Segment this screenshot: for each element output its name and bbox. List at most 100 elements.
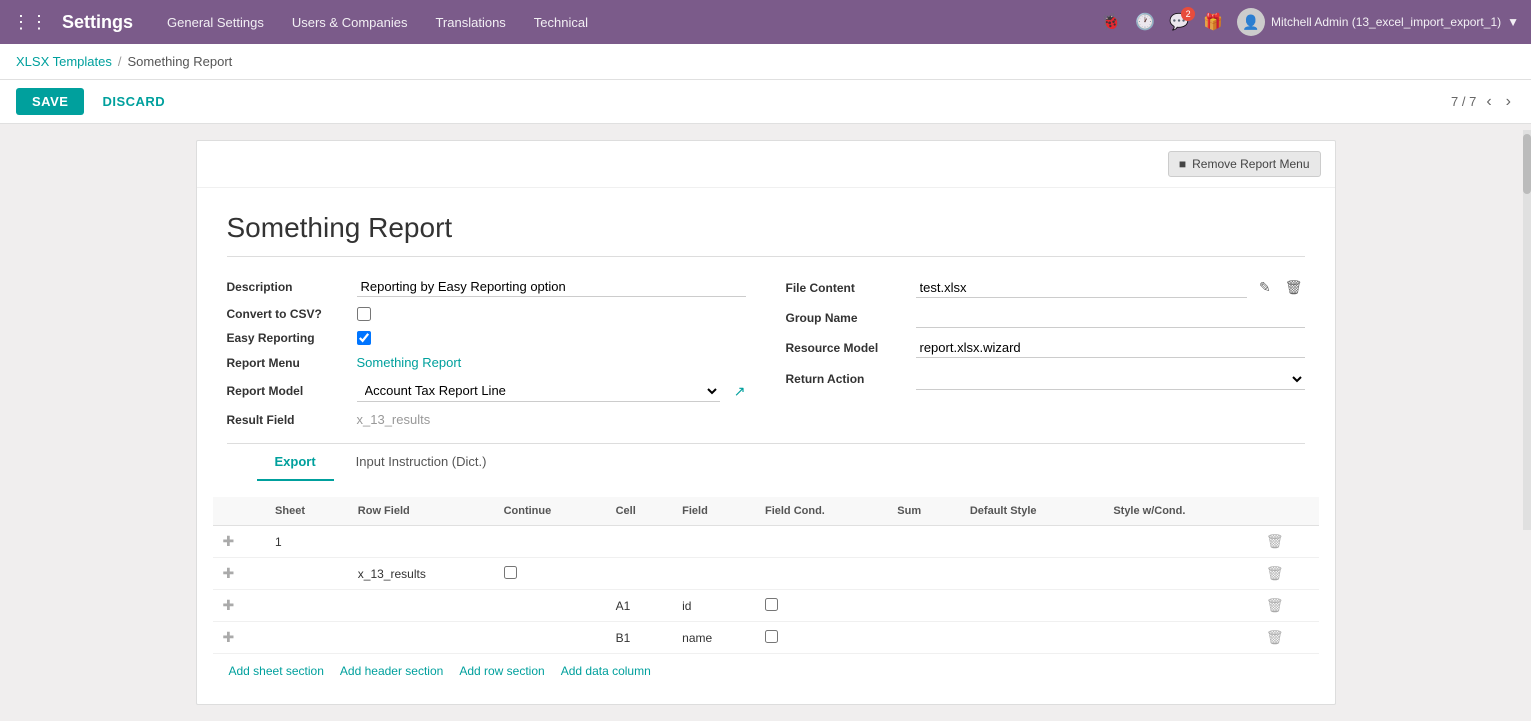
resource-model-input[interactable] [916, 338, 1305, 358]
table-section: Sheet Row Field Continue Cell Field Fiel… [197, 497, 1335, 704]
delete-row-button[interactable]: 🗑 [1266, 629, 1284, 646]
add-sheet-section-link[interactable]: Add sheet section [229, 664, 324, 678]
add-header-section-link[interactable]: Add header section [340, 664, 443, 678]
cell-field-4: name [672, 622, 755, 654]
cell-sum-4 [887, 622, 960, 654]
report-menu-link[interactable]: Something Report [357, 355, 462, 370]
report-title: Something Report [227, 212, 1305, 257]
cell-defaultstyle-3 [960, 590, 1103, 622]
easy-reporting-checkbox[interactable] [357, 331, 371, 345]
report-menu-row: Report Menu Something Report [227, 355, 746, 370]
cell-field-1 [672, 526, 755, 558]
col-sheet: Sheet [265, 497, 348, 526]
cell-rowfield-3 [348, 590, 494, 622]
cell-fieldcond-2 [755, 558, 887, 590]
next-page-button[interactable]: › [1502, 91, 1515, 113]
scrollbar[interactable] [1523, 130, 1531, 530]
report-model-label: Report Model [227, 384, 347, 398]
tabs-bar: Export Input Instruction (Dict.) [227, 443, 1305, 481]
easy-reporting-label: Easy Reporting [227, 331, 347, 345]
card-toolbar: ■ Remove Report Menu [197, 141, 1335, 188]
save-button[interactable]: SAVE [16, 88, 84, 115]
col-continue: Continue [494, 497, 606, 526]
drag-handle[interactable]: ✚ [223, 533, 235, 549]
nav-translations[interactable]: Translations [431, 13, 509, 32]
form-right: File Content ✎ 🗑 Group Name Resource Mod… [786, 277, 1305, 427]
cell-rowfield-1 [348, 526, 494, 558]
col-row-field: Row Field [348, 497, 494, 526]
file-content-input[interactable] [916, 278, 1247, 298]
tab-export[interactable]: Export [257, 444, 334, 481]
col-style-wcond: Style w/Cond. [1103, 497, 1256, 526]
delete-row-button[interactable]: 🗑 [1266, 597, 1284, 614]
cell-continue-1 [494, 526, 606, 558]
export-table: Sheet Row Field Continue Cell Field Fiel… [213, 497, 1319, 654]
remove-report-menu-button[interactable]: ■ Remove Report Menu [1168, 151, 1321, 177]
gift-icon[interactable]: 🎁 [1203, 12, 1223, 32]
edit-file-button[interactable]: ✎ [1257, 277, 1273, 298]
easy-reporting-row: Easy Reporting [227, 331, 746, 345]
fieldcond-checkbox-4[interactable] [765, 630, 778, 643]
bug-icon[interactable]: 🐞 [1101, 12, 1121, 32]
prev-page-button[interactable]: ‹ [1482, 91, 1495, 113]
drag-handle[interactable]: ✚ [223, 565, 235, 581]
add-row-section-link[interactable]: Add row section [459, 664, 544, 678]
result-field-value: x_13_results [357, 412, 746, 427]
cell-sum-1 [887, 526, 960, 558]
user-dropdown-arrow: ▼ [1507, 15, 1519, 29]
convert-csv-checkbox[interactable] [357, 307, 371, 321]
cell-sheet-4 [265, 622, 348, 654]
delete-file-button[interactable]: 🗑 [1283, 277, 1305, 298]
grid-icon[interactable]: ⋮⋮ [12, 12, 48, 33]
add-data-column-link[interactable]: Add data column [561, 664, 651, 678]
col-default-style: Default Style [960, 497, 1103, 526]
clock-icon[interactable]: 🕐 [1135, 12, 1155, 32]
breadcrumb: XLSX Templates / Something Report [0, 44, 1531, 80]
continue-checkbox-2[interactable] [504, 566, 517, 579]
brand-name: Settings [62, 12, 133, 33]
fieldcond-checkbox-3[interactable] [765, 598, 778, 611]
cell-continue-3 [494, 590, 606, 622]
external-link-icon[interactable]: ↗ [734, 383, 746, 400]
cell-defaultstyle-2 [960, 558, 1103, 590]
cell-sum-2 [887, 558, 960, 590]
drag-handle[interactable]: ✚ [223, 629, 235, 645]
form-grid: Description Convert to CSV? Easy Reporti… [227, 277, 1305, 427]
cell-fieldcond-4 [755, 622, 887, 654]
return-action-select[interactable] [916, 368, 1305, 390]
cell-cell-2 [606, 558, 673, 590]
cell-fieldcond-3 [755, 590, 887, 622]
nav-technical[interactable]: Technical [530, 13, 592, 32]
chat-icon[interactable]: 💬 2 [1169, 12, 1189, 32]
discard-button[interactable]: DISCARD [92, 88, 175, 115]
table-header-row: Sheet Row Field Continue Cell Field Fiel… [213, 497, 1319, 526]
nav-general-settings[interactable]: General Settings [163, 13, 268, 32]
report-menu-label: Report Menu [227, 356, 347, 370]
breadcrumb-parent[interactable]: XLSX Templates [16, 54, 112, 69]
action-bar: SAVE DISCARD 7 / 7 ‹ › [0, 80, 1531, 124]
delete-row-button[interactable]: 🗑 [1266, 565, 1284, 582]
avatar: 👤 [1237, 8, 1265, 36]
report-model-select[interactable]: Account Tax Report Line [357, 380, 720, 402]
col-drag [213, 497, 266, 526]
nav-users-companies[interactable]: Users & Companies [288, 13, 412, 32]
delete-row-button[interactable]: 🗑 [1266, 533, 1284, 550]
user-menu[interactable]: 👤 Mitchell Admin (13_excel_import_export… [1237, 8, 1519, 36]
nav-links: General Settings Users & Companies Trans… [163, 13, 1101, 32]
cell-fieldcond-1 [755, 526, 887, 558]
col-field-cond: Field Cond. [755, 497, 887, 526]
cell-field-3: id [672, 590, 755, 622]
cell-continue-4 [494, 622, 606, 654]
group-name-input[interactable] [916, 308, 1305, 328]
col-cell: Cell [606, 497, 673, 526]
cell-stylewcond-3 [1103, 590, 1256, 622]
table-row: ✚ B1 name 🗑 [213, 622, 1319, 654]
tab-input-instruction[interactable]: Input Instruction (Dict.) [338, 444, 505, 481]
pagination: 7 / 7 ‹ › [1451, 91, 1515, 113]
return-action-label: Return Action [786, 372, 906, 386]
description-input[interactable] [357, 277, 746, 297]
cell-sheet-1: 1 [265, 526, 348, 558]
group-name-label: Group Name [786, 311, 906, 325]
drag-handle[interactable]: ✚ [223, 597, 235, 613]
cell-rowfield-2: x_13_results [348, 558, 494, 590]
